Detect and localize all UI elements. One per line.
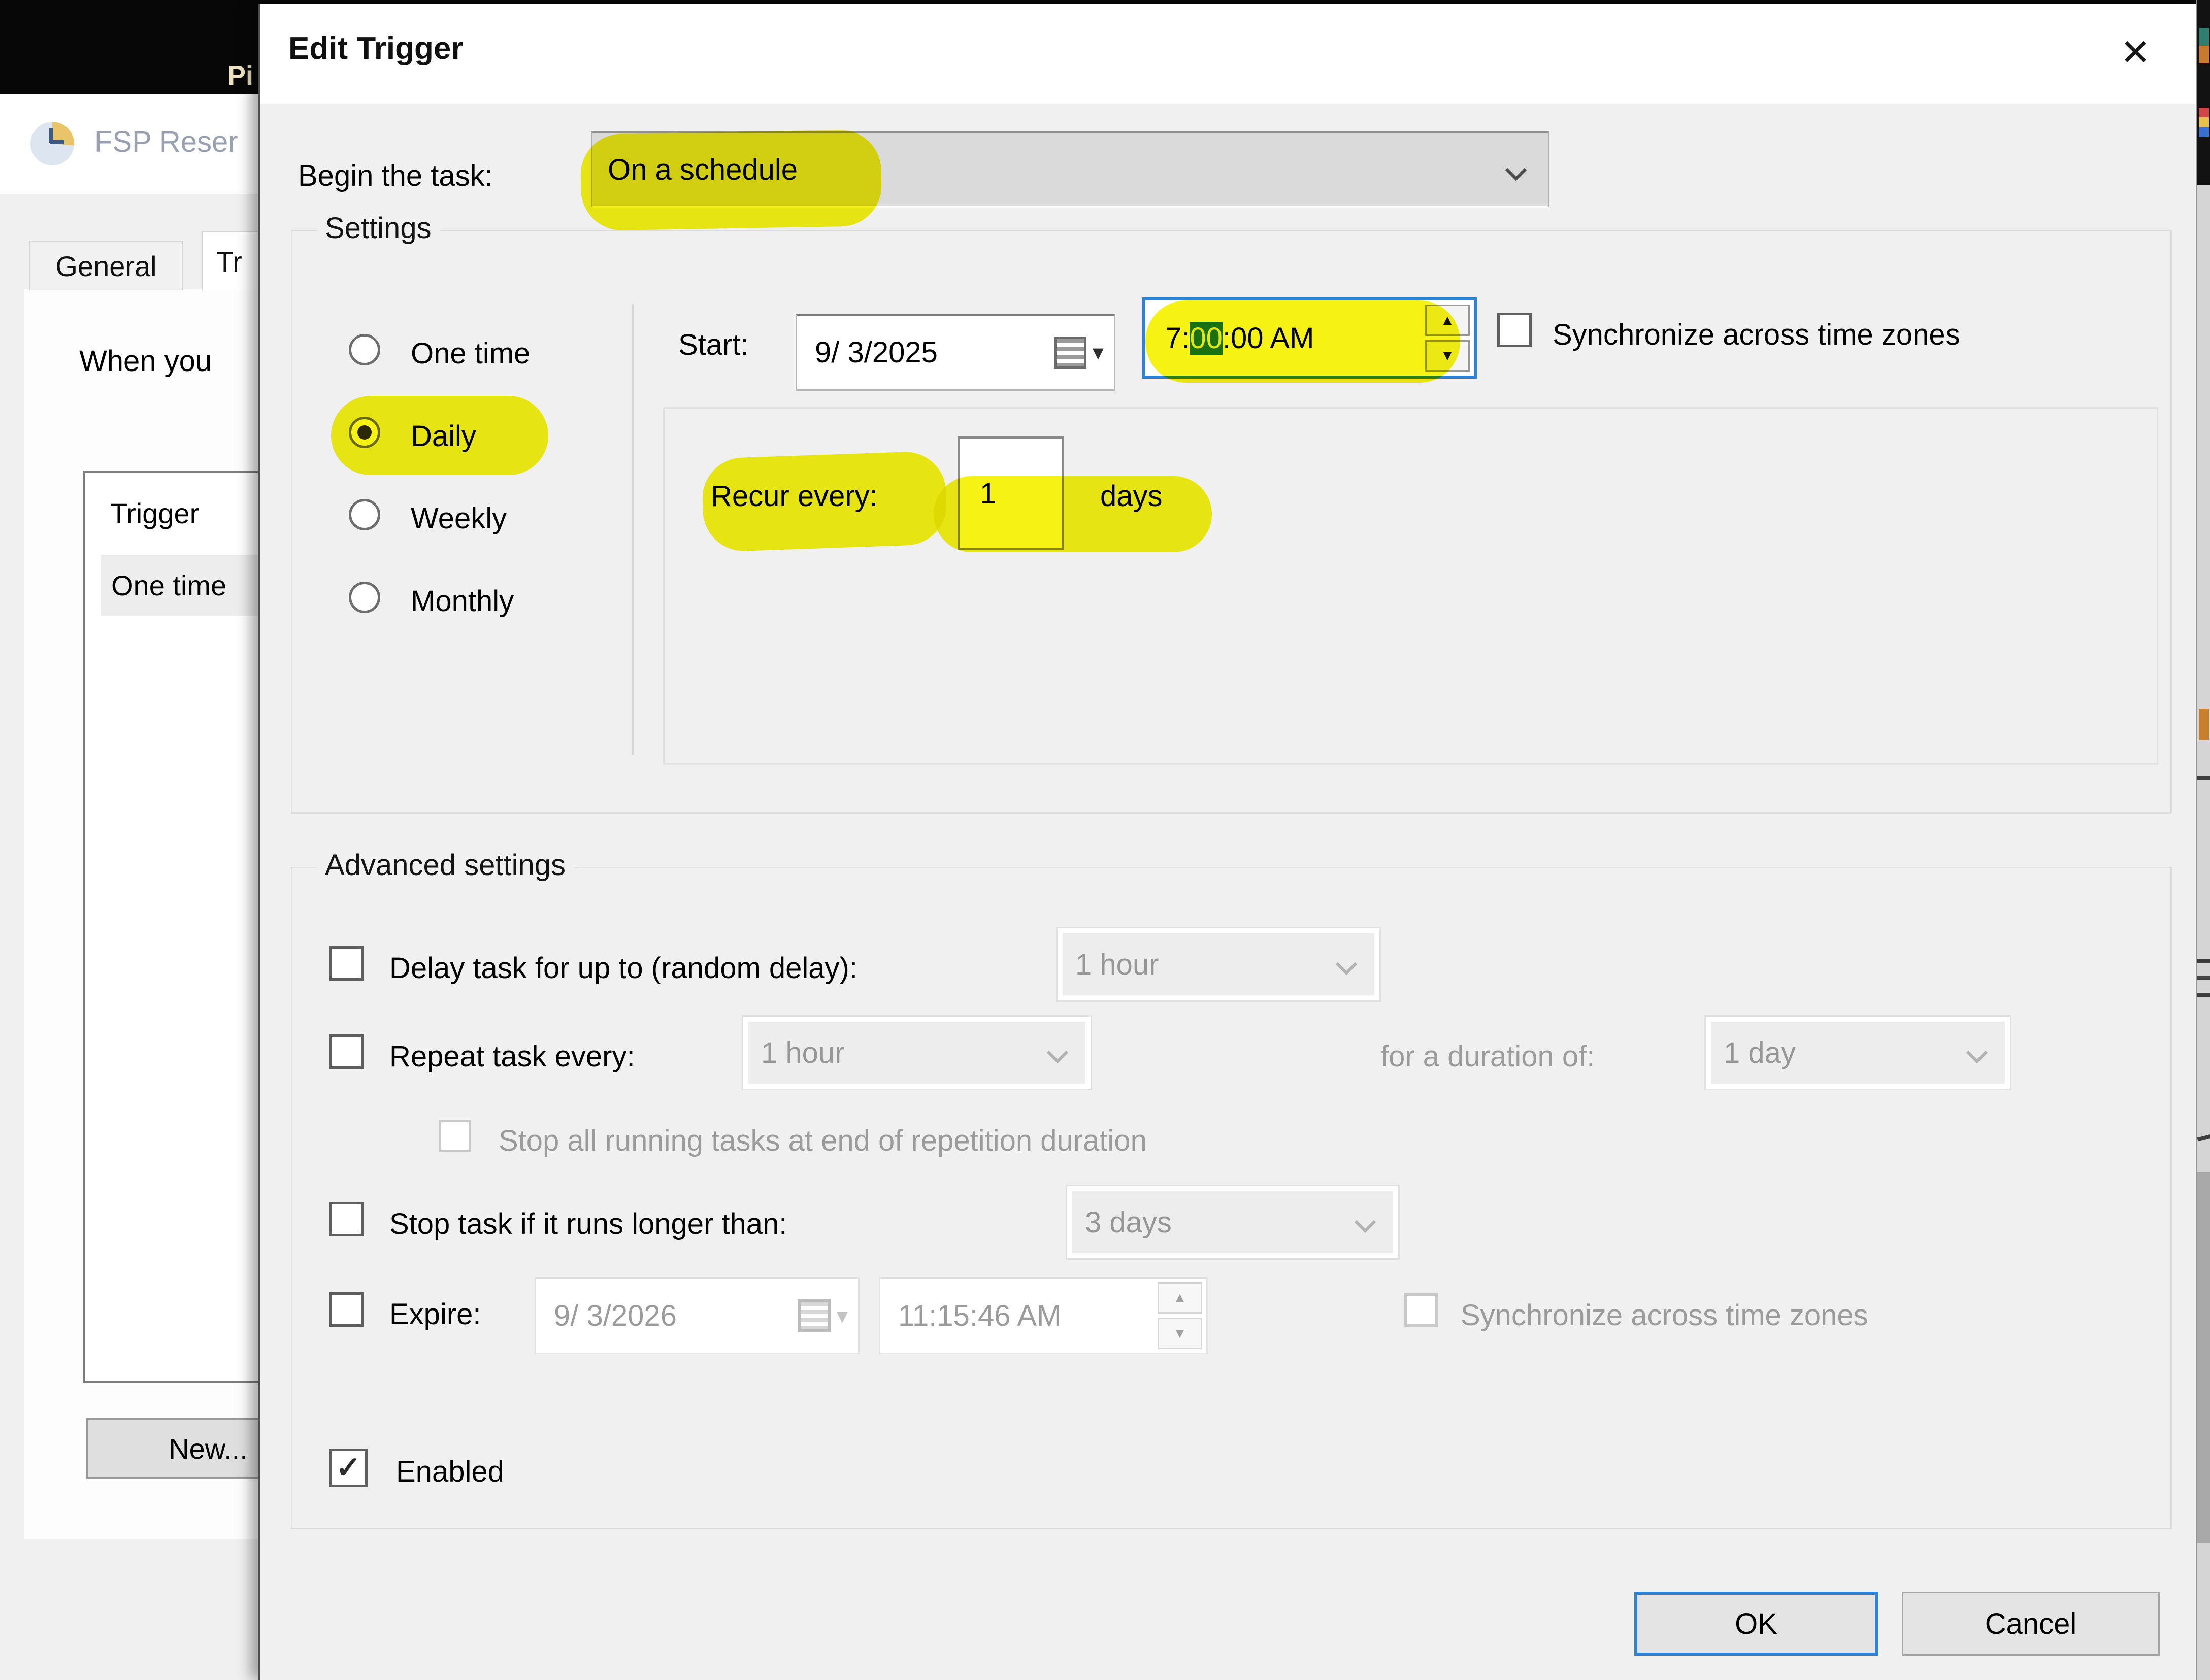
taskbar-icon-fragment <box>2199 108 2209 137</box>
delay-combobox-inner: 1 hour <box>1063 933 1374 995</box>
synchronize2-checkbox[interactable] <box>1404 1293 1438 1327</box>
check-icon: ✓ <box>336 1450 361 1486</box>
delay-value: 1 hour <box>1063 948 1374 982</box>
repeat-label: Repeat task every: <box>389 1039 635 1073</box>
highlight-days <box>934 476 1212 552</box>
spin-up-button: ▲ <box>1158 1282 1202 1314</box>
spin-down-button: ▼ <box>1158 1318 1202 1349</box>
stop-all-label: Stop all running tasks at end of repetit… <box>499 1124 1147 1158</box>
settings-divider <box>632 304 634 755</box>
cancel-button[interactable]: Cancel <box>1902 1592 2160 1656</box>
edit-trigger-dialog: Edit Trigger ✕ Begin the task: On a sche… <box>258 4 2196 1680</box>
duration-combobox: 1 day <box>1704 1015 2011 1090</box>
enabled-checkbox[interactable]: ✓ <box>329 1449 368 1487</box>
synchronize2-label: Synchronize across time zones <box>1461 1298 1868 1332</box>
delay-label: Delay task for up to (random delay): <box>389 951 857 985</box>
dialog-titlebar <box>260 4 2196 104</box>
window-icon-fragment <box>2199 709 2209 740</box>
chevron-down-icon <box>1505 159 1527 180</box>
radio-one-time-label: One time <box>411 337 530 371</box>
highlight-daily <box>331 396 548 475</box>
tab-general-label: General <box>55 250 156 283</box>
expire-date-picker: 9/ 3/2026 ▾ <box>535 1277 860 1354</box>
sliver-line <box>2197 976 2210 980</box>
clock-icon <box>30 122 74 165</box>
cancel-button-label: Cancel <box>1985 1607 2077 1641</box>
repeat-checkbox[interactable] <box>329 1034 364 1069</box>
expire-checkbox[interactable] <box>329 1292 364 1327</box>
start-label: Start: <box>678 328 749 362</box>
advanced-legend: Advanced settings <box>317 848 574 882</box>
taskbar-icon-fragment <box>2199 28 2209 63</box>
start-date-picker[interactable]: 9/ 3/2025 ▾ <box>796 314 1115 391</box>
trigger-list-header: Trigger <box>110 497 199 530</box>
calendar-icon <box>798 1299 831 1332</box>
highlight-recur-every <box>701 451 948 553</box>
clock-hand <box>50 140 64 144</box>
dropdown-arrow-icon: ▾ <box>837 1303 848 1329</box>
synchronize-label: Synchronize across time zones <box>1553 318 1960 352</box>
delay-checkbox[interactable] <box>329 946 364 981</box>
synchronize-checkbox[interactable] <box>1497 313 1532 347</box>
highlight-on-a-schedule <box>580 129 882 231</box>
ok-button[interactable]: OK <box>1634 1592 1878 1656</box>
highlight-start-time <box>1145 300 1460 383</box>
stop-all-checkbox[interactable] <box>439 1120 471 1152</box>
settings-legend: Settings <box>317 211 440 245</box>
tab-triggers[interactable]: Tr <box>202 231 262 290</box>
list-item-label: One time <box>111 569 226 602</box>
expire-date-value: 9/ 3/2026 <box>536 1299 798 1333</box>
begin-task-label: Begin the task: <box>298 159 493 193</box>
screen: Pi FSP Reser General Tr When you Trigger… <box>0 0 2210 1680</box>
sliver-line <box>2197 959 2210 963</box>
stop-task-checkbox[interactable] <box>329 1202 364 1236</box>
stop-task-label: Stop task if it runs longer than: <box>389 1207 787 1241</box>
background-window-title: FSP Reser <box>94 125 238 159</box>
duration-combobox-inner: 1 day <box>1711 1022 2005 1084</box>
list-item[interactable]: One time <box>101 555 262 616</box>
dropdown-arrow-icon: ▾ <box>1093 340 1104 365</box>
duration-label: for a duration of: <box>1380 1039 1595 1073</box>
ok-button-label: OK <box>1735 1607 1777 1641</box>
repeat-value: 1 hour <box>748 1036 1085 1070</box>
radio-monthly-label: Monthly <box>411 584 514 618</box>
repeat-combobox: 1 hour <box>742 1015 1092 1090</box>
radio-monthly[interactable] <box>349 582 380 613</box>
enabled-label: Enabled <box>396 1455 504 1489</box>
duration-value: 1 day <box>1711 1036 2005 1070</box>
sliver-line <box>2197 993 2210 997</box>
dialog-title: Edit Trigger <box>288 30 463 66</box>
close-icon[interactable]: ✕ <box>2107 24 2163 80</box>
expire-time-spinner: 11:15:46 AM ▲ ▼ <box>879 1277 1208 1354</box>
calendar-icon <box>1054 337 1086 369</box>
stop-task-value: 3 days <box>1072 1205 1393 1239</box>
tab-triggers-label: Tr <box>216 245 242 278</box>
repeat-combobox-inner: 1 hour <box>748 1022 1085 1084</box>
trigger-list: Trigger One time <box>83 471 262 1383</box>
scrollbar-thumb[interactable] <box>2197 1172 2210 1543</box>
stop-task-combobox-inner: 3 days <box>1072 1191 1393 1253</box>
taskbar-text: Pi <box>227 60 253 91</box>
start-date-value: 9/ 3/2025 <box>797 335 1054 369</box>
tab-general[interactable]: General <box>29 241 183 290</box>
radio-one-time[interactable] <box>349 334 380 365</box>
new-button-label: New... <box>169 1432 248 1465</box>
delay-combobox: 1 hour <box>1056 927 1381 1002</box>
radio-weekly-label: Weekly <box>411 501 507 535</box>
expire-spin-buttons: ▲ ▼ <box>1158 1279 1206 1353</box>
expire-label: Expire: <box>389 1297 481 1331</box>
stop-task-combobox: 3 days <box>1066 1185 1400 1260</box>
expire-time-value: 11:15:46 AM <box>880 1299 1158 1333</box>
sliver-line <box>2197 776 2210 780</box>
radio-weekly[interactable] <box>349 499 380 530</box>
background-body-text: When you <box>79 344 212 378</box>
right-edge-sliver <box>2196 0 2210 1680</box>
sliver-line <box>2197 1134 2210 1142</box>
